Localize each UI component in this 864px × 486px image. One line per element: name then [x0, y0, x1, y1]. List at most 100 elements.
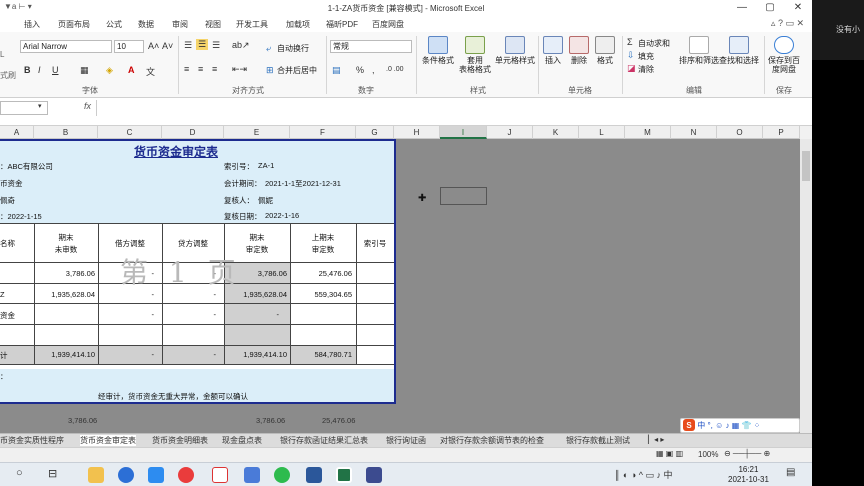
column-header[interactable]: A [0, 126, 34, 139]
conditional-format-button[interactable]: 条件格式 [418, 36, 458, 65]
column-header-selected[interactable]: I [440, 126, 487, 139]
column-header[interactable]: D [162, 126, 224, 139]
sheet-tab[interactable]: 银行询证函 [386, 435, 426, 446]
tab-data[interactable]: 数据 [138, 19, 154, 30]
align-center-icon[interactable]: ≡ [198, 64, 203, 74]
ime-controls[interactable]: 中 °, ☺ ♪ ▦ 👕 ⁘ [697, 421, 760, 430]
browser-icon[interactable] [118, 467, 134, 483]
vertical-scrollbar[interactable] [800, 139, 812, 433]
grow-font-button[interactable]: A˄ [148, 41, 159, 51]
align-left-icon[interactable]: ≡ [184, 64, 189, 74]
column-header[interactable]: F [290, 126, 356, 139]
media-icon[interactable] [178, 467, 194, 483]
app-icon[interactable] [148, 467, 164, 483]
align-bottom-icon[interactable]: ☰ [212, 40, 220, 51]
delete-cells-button[interactable]: 删除 [566, 36, 592, 65]
wechat-icon[interactable] [274, 467, 290, 483]
scrollbar-thumb[interactable] [802, 151, 810, 181]
fill-button[interactable]: 填充 [638, 51, 654, 62]
zoom-level[interactable]: 100% [698, 450, 718, 459]
eraser-icon[interactable]: ◪ [627, 63, 636, 74]
name-box-dropdown-icon[interactable]: ▾ [38, 102, 42, 110]
tab-insert[interactable]: 插入 [24, 19, 40, 30]
wrap-text-icon[interactable]: ⤶ [266, 43, 271, 54]
fill-down-icon[interactable]: ⇩ [627, 50, 635, 61]
comma-button[interactable]: , [372, 65, 375, 75]
selected-cell[interactable] [440, 187, 487, 205]
help-icon[interactable]: ▵ ? ▭ ✕ [771, 18, 804, 29]
column-header[interactable]: L [579, 126, 625, 139]
merge-center-button[interactable]: 合并后居中 [277, 65, 317, 76]
align-top-icon[interactable]: ☰ [184, 40, 192, 51]
align-right-icon[interactable]: ≡ [212, 64, 217, 74]
feishu-icon[interactable] [244, 467, 260, 483]
merge-icon[interactable]: ⊞ [266, 65, 274, 76]
column-header[interactable]: E [224, 126, 290, 139]
sheet-tab[interactable]: 币资金实质性程序 [0, 435, 64, 446]
currency-icon[interactable]: ▤ [332, 65, 341, 76]
bold-button[interactable]: B [24, 65, 31, 75]
column-header[interactable]: O [717, 126, 763, 139]
worksheet-area[interactable]: 货币资金审定表 ：ABC有限公司 币资金 佩奇 ：2022-1-15 索引号： … [0, 139, 800, 433]
column-header[interactable]: J [487, 126, 533, 139]
sheet-tab[interactable]: 对银行存款余额调节表的检查 [440, 435, 544, 446]
ime-toolbar[interactable]: S 中 °, ☺ ♪ ▦ 👕 ⁘ [680, 418, 800, 433]
phonetic-icon[interactable]: 文 [146, 65, 155, 78]
column-header[interactable]: C [98, 126, 162, 139]
excel-icon[interactable] [336, 467, 352, 483]
insert-cells-button[interactable]: 插入 [540, 36, 566, 65]
column-header[interactable]: H [394, 126, 440, 139]
system-clock[interactable]: 16:21 2021-10-31 [728, 465, 769, 485]
tab-addins[interactable]: 加载项 [286, 19, 310, 30]
task-view-icon[interactable]: ⊟ [48, 467, 57, 480]
column-header[interactable]: K [533, 126, 579, 139]
percent-button[interactable]: % [356, 65, 364, 75]
shrink-font-button[interactable]: A˅ [162, 41, 173, 51]
tab-page-layout[interactable]: 页面布局 [58, 19, 90, 30]
sheet-tab[interactable]: 现金盘点表 [222, 435, 262, 446]
tab-foxit-pdf[interactable]: 福昕PDF [326, 19, 358, 30]
view-normal-icon[interactable]: ▦ ▣ ▥ [656, 449, 683, 458]
app-icon[interactable] [366, 467, 382, 483]
font-size-box[interactable]: 10 [114, 40, 144, 53]
sheet-tab-active[interactable]: 货币资金审定表 [80, 435, 136, 446]
fx-icon[interactable]: fx [84, 101, 91, 111]
autosum-button[interactable]: 自动求和 [638, 38, 670, 49]
save-to-baidu-button[interactable]: 保存到百 度网盘 [764, 36, 804, 74]
format-as-table-button[interactable]: 套用 表格格式 [454, 36, 496, 74]
column-header[interactable]: M [625, 126, 671, 139]
tab-formulas[interactable]: 公式 [106, 19, 122, 30]
find-select-button[interactable]: 查找和选择 [718, 36, 760, 65]
formula-input[interactable] [96, 100, 812, 116]
fill-color-icon[interactable]: ◈ [106, 65, 113, 76]
sigma-icon[interactable]: Σ [627, 37, 633, 47]
column-header[interactable]: N [671, 126, 717, 139]
sheet-tab[interactable]: 银行存款函证结果汇总表 [280, 435, 368, 446]
close-button[interactable]: ✕ [784, 0, 812, 16]
font-name-box[interactable]: Arial Narrow [20, 40, 112, 53]
orientation-icon[interactable]: ab↗ [232, 40, 250, 51]
format-painter-label[interactable]: 式刷 [0, 70, 16, 81]
minimize-button[interactable]: — [728, 0, 756, 16]
italic-button[interactable]: I [38, 65, 41, 75]
sort-filter-button[interactable]: 排序和筛选 [678, 36, 720, 65]
decimal-icon[interactable]: .0 .00 [386, 66, 404, 73]
indent-icon[interactable]: ⇤⇥ [232, 64, 247, 75]
zoom-slider[interactable]: ⊖ ──┼── ⊕ [724, 449, 770, 458]
column-header[interactable]: B [34, 126, 98, 139]
word-icon[interactable] [306, 467, 322, 483]
start-icon[interactable]: ○ [16, 467, 23, 479]
font-color-icon[interactable]: A [128, 65, 135, 75]
wrap-text-button[interactable]: 自动换行 [277, 43, 309, 54]
notification-icon[interactable]: ▤ [786, 467, 795, 478]
sheet-tab[interactable]: 银行存款截止测试 [566, 435, 630, 446]
cell-style-button[interactable]: 单元格样式 [494, 36, 536, 65]
pdf-icon[interactable] [212, 467, 228, 483]
align-middle-icon[interactable]: ☰ [196, 39, 209, 50]
tab-baidu-netdisk[interactable]: 百度网盘 [372, 19, 404, 30]
tab-developer[interactable]: 开发工具 [236, 19, 268, 30]
sheet-tab[interactable]: 货币资金明细表 [152, 435, 208, 446]
format-cells-button[interactable]: 格式 [592, 36, 618, 65]
number-format-box[interactable]: 常规 [330, 40, 412, 53]
file-explorer-icon[interactable] [88, 467, 104, 483]
